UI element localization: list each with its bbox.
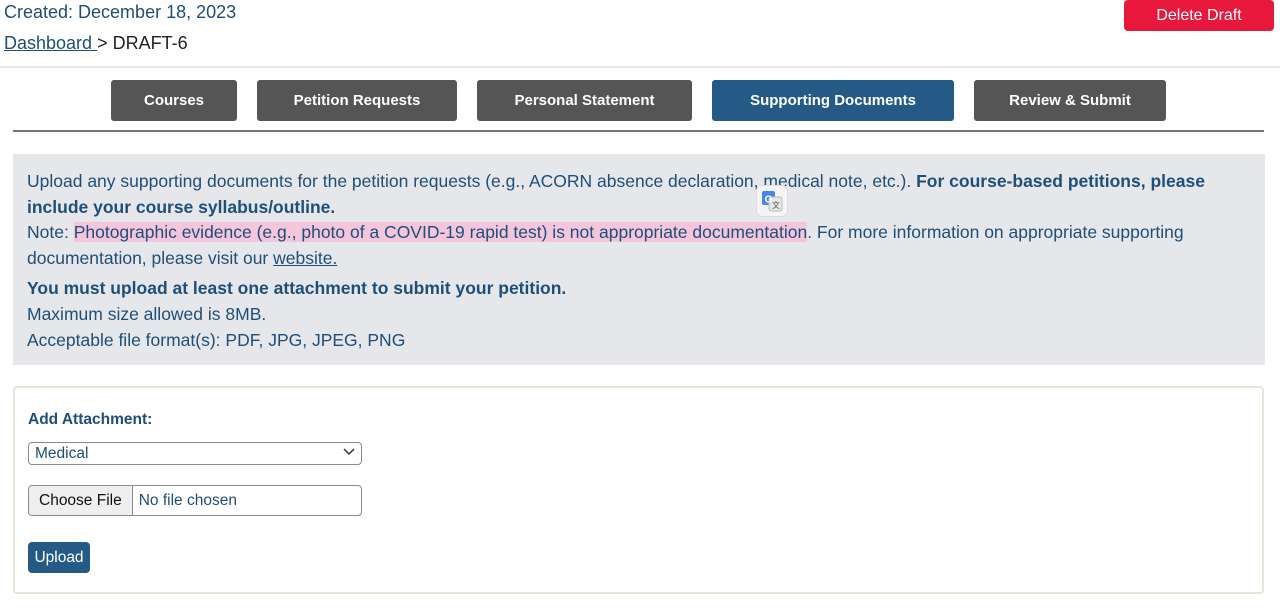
created-date: Created: December 18, 2023	[4, 2, 237, 22]
svg-text:文: 文	[772, 200, 780, 210]
translate-glyph: G 文	[762, 191, 783, 212]
step-tabs: Courses Petition Requests Personal State…	[0, 80, 1280, 122]
choose-file-button[interactable]: Choose File	[29, 486, 133, 515]
no-file-chosen-text: No file chosen	[138, 491, 237, 509]
tab-supporting-documents[interactable]: Supporting Documents	[712, 80, 954, 121]
breadcrumb-dashboard-link[interactable]: Dashboard	[4, 33, 97, 53]
note-text: Note: Photographic evidence (e.g., photo…	[27, 220, 1251, 271]
note-highlighted-text: Photographic evidence (e.g., photo of a …	[73, 222, 808, 243]
chevron-down-icon	[343, 448, 355, 456]
attachment-type-select[interactable]: Medical	[28, 442, 362, 465]
attachment-panel: Add Attachment: Medical Choose File No f…	[13, 386, 1264, 594]
translate-icon[interactable]: G 文	[756, 185, 788, 217]
tab-personal-statement[interactable]: Personal Statement	[477, 80, 692, 121]
breadcrumb-current: DRAFT-6	[112, 33, 188, 53]
instructions-text: Upload any supporting documents for the …	[27, 169, 1251, 220]
delete-draft-button[interactable]: Delete Draft	[1124, 0, 1274, 31]
tab-review-submit[interactable]: Review & Submit	[974, 80, 1166, 121]
attachment-type-value: Medical	[35, 445, 89, 462]
tab-petition-requests[interactable]: Petition Requests	[257, 80, 457, 121]
instructions-panel: Upload any supporting documents for the …	[13, 154, 1265, 365]
file-formats-text: Acceptable file format(s): PDF, JPG, JPE…	[27, 329, 406, 350]
must-upload-text: You must upload at least one attachment …	[27, 276, 1251, 302]
note-prefix: Note:	[27, 222, 74, 243]
add-attachment-label: Add Attachment:	[28, 411, 153, 428]
max-size-text: Maximum size allowed is 8MB.	[27, 303, 267, 324]
breadcrumb-separator: >	[97, 33, 113, 53]
breadcrumb: Dashboard > DRAFT-6	[4, 33, 188, 54]
must-upload-bold: You must upload at least one attachment …	[27, 278, 567, 299]
tab-divider	[13, 130, 1264, 132]
file-input: Choose File No file chosen	[28, 485, 362, 516]
page-header: Created: December 18, 2023 Dashboard > D…	[0, 0, 1280, 68]
tab-courses[interactable]: Courses	[111, 80, 237, 121]
website-link[interactable]: website.	[273, 248, 337, 268]
upload-button[interactable]: Upload	[28, 542, 90, 573]
